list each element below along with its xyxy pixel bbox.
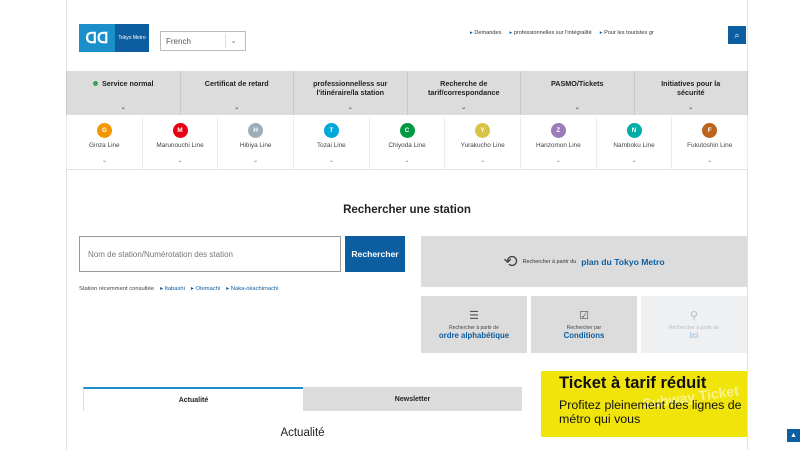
tile-label: ordre alphabétique — [438, 330, 510, 340]
recent-station-link[interactable]: Otemachi — [191, 286, 220, 292]
tokyo-metro-logo[interactable]: ᗡᗡ Tokyo Metro — [79, 24, 149, 52]
banner-title: Ticket à tarif réduit — [559, 374, 707, 392]
nav-fare-search[interactable]: Recherche de tarif/correspondance ⌄ — [408, 71, 521, 115]
discount-ticket-banner[interactable]: Subway Ticket Ticket à tarif réduit Prof… — [541, 371, 747, 437]
chevron-down-icon: ⌄ — [688, 104, 694, 111]
line-yurakucho[interactable]: Y Yurakucho Line ⌄ — [445, 117, 522, 169]
news-tabs: Actualité Newsletter — [83, 387, 522, 411]
tab-newsletter[interactable]: Newsletter — [303, 387, 522, 411]
search-by-map-button[interactable]: ⟲ Rechercher à partir du plan du Tokyo M… — [421, 236, 747, 287]
chevron-down-icon: ⌄ — [480, 158, 486, 164]
banner-subtitle: Profitez pleinement des lignes de métro … — [559, 398, 742, 427]
line-name: Yurakucho Line — [460, 142, 505, 149]
main-nav: Service normal ⌄ Certificat de retard ⌄ … — [66, 71, 748, 115]
checkbox-icon: ☑ — [579, 309, 589, 322]
nav-label: PASMO/Tickets — [551, 79, 604, 88]
chevron-down-icon: ⌄ — [234, 104, 240, 111]
language-select[interactable]: French ⌄ — [160, 31, 246, 51]
top-link-tourists[interactable]: Pour les touristes gr — [600, 30, 654, 36]
line-badge-icon: T — [323, 123, 339, 138]
header-search-button[interactable]: ⌕ — [728, 26, 746, 44]
search-alphabetical-button[interactable]: ☰ Rechercher à partir de ordre alphabéti… — [421, 296, 527, 353]
line-chiyoda[interactable]: C Chiyoda Line ⌄ — [370, 117, 446, 169]
line-badge-icon: C — [399, 123, 415, 138]
top-link-professionals[interactable]: professionnelles sur l'intégralité — [509, 30, 592, 36]
status-ok-icon — [92, 81, 98, 86]
list-icon: ☰ — [469, 309, 479, 322]
line-fukutoshin[interactable]: F Fukutoshin Line ⌄ — [672, 117, 749, 169]
line-badge-icon: F — [702, 123, 718, 138]
chevron-down-icon: ⌄ — [177, 158, 183, 164]
station-search-title: Rechercher une station — [343, 204, 471, 216]
line-ginza[interactable]: G Ginza Line ⌄ — [66, 117, 143, 169]
line-name: Hanzomon Line — [535, 142, 581, 149]
chevron-down-icon: ⌄ — [707, 158, 713, 164]
line-name: Marunouchi Line — [156, 142, 204, 149]
top-link-demandes[interactable]: Demandes — [470, 30, 501, 36]
recent-stations: Station récemment consultée Itabashi Ote… — [79, 286, 278, 292]
arrow-up-icon: ▲ — [790, 432, 797, 439]
nav-safety[interactable]: Initiatives pour la sécurité ⌄ — [635, 71, 748, 115]
location-pin-icon: ⚲ — [689, 309, 699, 322]
line-selector: G Ginza Line ⌄ M Marunouchi Line ⌄ H Hib… — [66, 117, 749, 170]
station-search-button[interactable]: Rechercher — [345, 236, 405, 272]
nav-label: Recherche de tarif/correspondance — [428, 79, 500, 97]
line-name: Tozai Line — [316, 142, 346, 149]
search-nearby-button[interactable]: ⚲ Rechercher à partir de Ici — [641, 296, 747, 353]
line-name: Ginza Line — [89, 142, 120, 149]
tab-news[interactable]: Actualité — [83, 387, 303, 411]
line-marunouchi[interactable]: M Marunouchi Line ⌄ — [143, 117, 219, 169]
line-namboku[interactable]: N Namboku Line ⌄ — [597, 117, 673, 169]
line-badge-icon: Z — [550, 123, 566, 138]
chevron-down-icon: ⌄ — [120, 104, 126, 111]
nav-label: Service normal — [101, 79, 154, 88]
tile-label: Ici — [689, 330, 699, 340]
line-badge-icon: N — [626, 123, 642, 138]
search-conditions-button[interactable]: ☑ Rechercher par Conditions — [531, 296, 637, 353]
chevron-down-icon: ⌄ — [328, 158, 334, 164]
recent-station-link[interactable]: Itabashi — [160, 286, 185, 292]
chevron-down-icon: ⌄ — [631, 158, 637, 164]
line-badge-icon: G — [96, 123, 112, 138]
chevron-down-icon: ⌄ — [347, 104, 353, 111]
chevron-down-icon: ⌄ — [404, 158, 410, 164]
metro-heart-icon: ᗡᗡ — [79, 24, 115, 52]
language-value: French — [166, 36, 191, 46]
chevron-down-icon: ⌄ — [461, 104, 467, 111]
nav-label: Certificat de retard — [204, 79, 269, 88]
recent-label: Station récemment consultée — [79, 286, 155, 292]
top-links: Demandes professionnelles sur l'intégral… — [470, 30, 654, 36]
recent-station-link[interactable]: Naka-okachimachi — [226, 286, 279, 292]
line-badge-icon: Y — [475, 123, 491, 138]
nav-service-status[interactable]: Service normal ⌄ — [66, 71, 181, 115]
line-badge-icon: M — [172, 123, 188, 138]
route-map-icon: ⟲ — [503, 251, 518, 271]
line-name: Hibiya Line — [239, 142, 272, 149]
nav-label: Initiatives pour la sécurité — [661, 79, 721, 97]
chevron-down-icon: ⌄ — [574, 104, 580, 111]
line-hibiya[interactable]: H Hibiya Line ⌄ — [218, 117, 295, 169]
news-heading: Actualité — [280, 427, 325, 439]
line-tozai[interactable]: T Tozai Line ⌄ — [294, 117, 370, 169]
chevron-down-icon: ⌄ — [225, 34, 241, 48]
search-icon: ⌕ — [734, 29, 740, 40]
logo-wordmark: Tokyo Metro — [115, 24, 149, 52]
line-name: Namboku Line — [613, 142, 655, 149]
nav-route-info[interactable]: professionnelless sur l'itinéraire/la st… — [294, 71, 408, 115]
tile-label: Conditions — [563, 330, 605, 340]
chevron-down-icon: ⌄ — [101, 158, 107, 164]
line-name: Fukutoshin Line — [687, 142, 733, 149]
line-badge-icon: H — [248, 123, 264, 138]
nav-pasmo-tickets[interactable]: PASMO/Tickets ⌄ — [521, 71, 635, 115]
line-name: Chiyoda Line — [388, 142, 426, 149]
back-to-top-button[interactable]: ▲ — [787, 429, 800, 442]
nav-label: professionnelless sur l'itinéraire/la st… — [313, 79, 388, 97]
map-button-label: plan du Tokyo Metro — [581, 256, 665, 267]
chevron-down-icon: ⌄ — [555, 158, 561, 164]
map-button-pre: Rechercher à partir du — [522, 258, 577, 265]
chevron-down-icon: ⌄ — [253, 158, 259, 164]
station-search-input[interactable]: Nom de station/Numérotation des station — [79, 236, 341, 272]
nav-delay-certificate[interactable]: Certificat de retard ⌄ — [181, 71, 294, 115]
line-hanzomon[interactable]: Z Hanzomon Line ⌄ — [521, 117, 597, 169]
